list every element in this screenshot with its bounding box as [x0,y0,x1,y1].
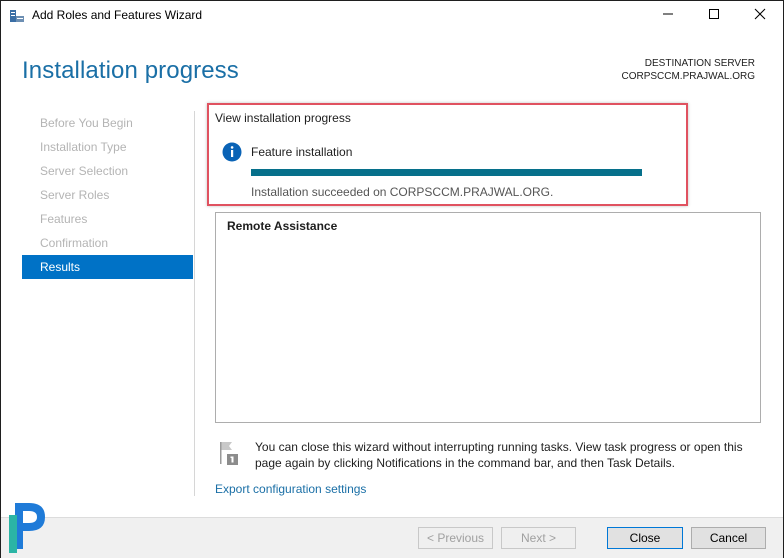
results-list[interactable]: Remote Assistance [215,212,761,423]
maximize-icon [708,7,720,25]
close-button[interactable]: Close [607,527,683,549]
next-button[interactable]: Next > [501,527,576,549]
maximize-button[interactable] [691,1,737,31]
nav-item-installation-type[interactable]: Installation Type [22,135,193,159]
server-manager-icon [9,8,25,24]
minimize-button[interactable] [645,1,691,31]
export-configuration-link[interactable]: Export configuration settings [215,482,366,496]
nav-item-before-you-begin[interactable]: Before You Begin [22,111,193,135]
destination-server-label: DESTINATION SERVER [644,58,755,69]
wizard-nav: Before You Begin Installation Type Serve… [22,111,193,279]
brand-logo-icon [7,499,53,555]
results-item-remote-assistance: Remote Assistance [227,219,338,233]
destination-server-info: DESTINATION SERVER CORPSCCM.PRAJWAL.ORG [621,57,755,83]
title-bar: Add Roles and Features Wizard [1,1,783,31]
nav-item-features[interactable]: Features [22,207,193,231]
window-title: Add Roles and Features Wizard [32,8,203,22]
cancel-button[interactable]: Cancel [691,527,766,549]
destination-server-name: CORPSCCM.PRAJWAL.ORG [621,71,755,82]
highlight-annotation-box [207,103,688,206]
page-title: Installation progress [22,57,239,84]
nav-item-server-roles[interactable]: Server Roles [22,183,193,207]
nav-item-server-selection[interactable]: Server Selection [22,159,193,183]
wizard-window: Add Roles and Features Wizard Installati… [0,0,784,558]
close-icon [754,7,766,25]
notification-note: You can close this wizard without interr… [255,440,743,470]
nav-divider [194,111,195,496]
nav-item-confirmation[interactable]: Confirmation [22,231,193,255]
previous-button[interactable]: < Previous [418,527,493,549]
nav-item-results[interactable]: Results [22,255,193,279]
window-close-button[interactable] [737,1,783,31]
minimize-icon [662,7,674,25]
notification-flag-icon [217,440,241,466]
